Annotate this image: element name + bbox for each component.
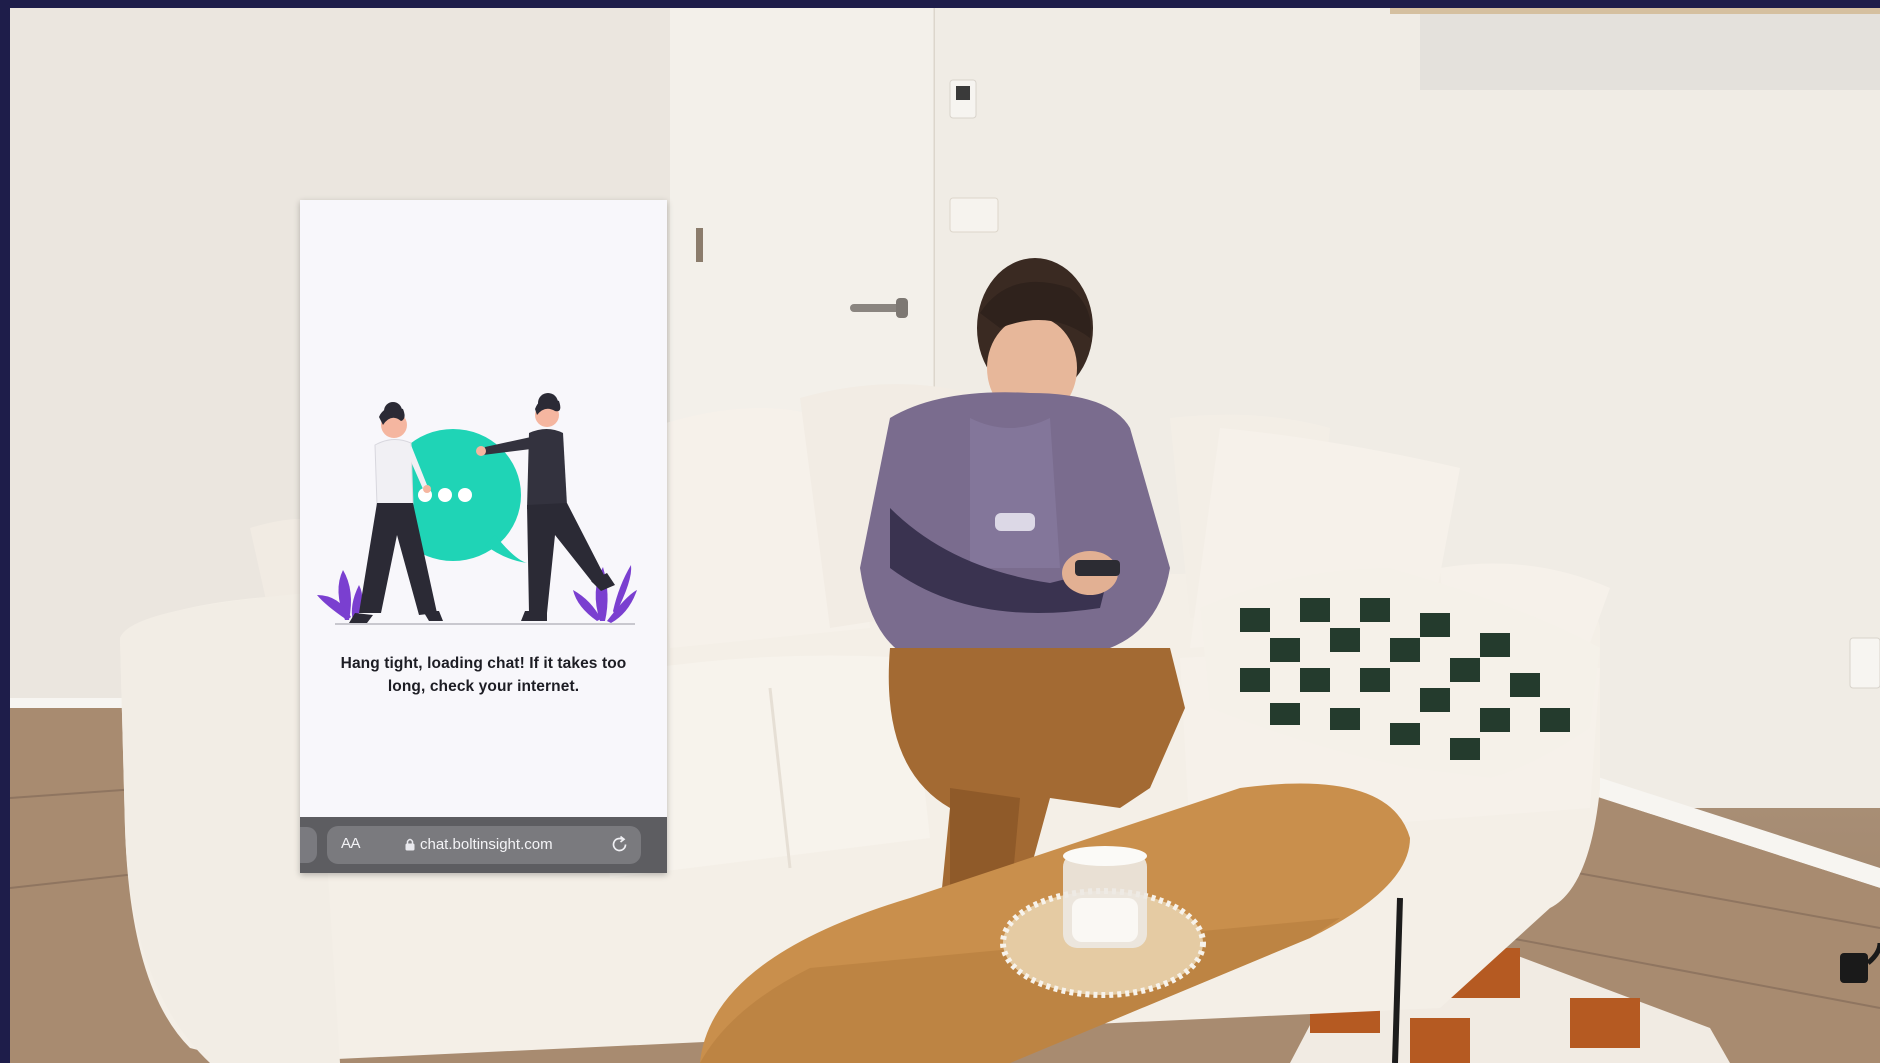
browser-address-bar: AA chat.boltinsight.com	[300, 817, 667, 873]
phone-screen-overlay: Hang tight, loading chat! If it takes to…	[300, 200, 667, 873]
lock-icon	[405, 838, 415, 851]
background-photo	[10, 8, 1880, 1063]
previous-tab-edge[interactable]	[300, 827, 317, 863]
text-size-button[interactable]: AA	[341, 835, 361, 852]
video-frame	[10, 8, 1880, 1063]
url-field[interactable]: AA chat.boltinsight.com	[327, 826, 641, 864]
chat-loading-illustration	[317, 393, 637, 625]
url-text: chat.boltinsight.com	[420, 836, 553, 853]
reload-icon[interactable]	[610, 835, 630, 855]
loading-message: Hang tight, loading chat! If it takes to…	[340, 655, 627, 695]
